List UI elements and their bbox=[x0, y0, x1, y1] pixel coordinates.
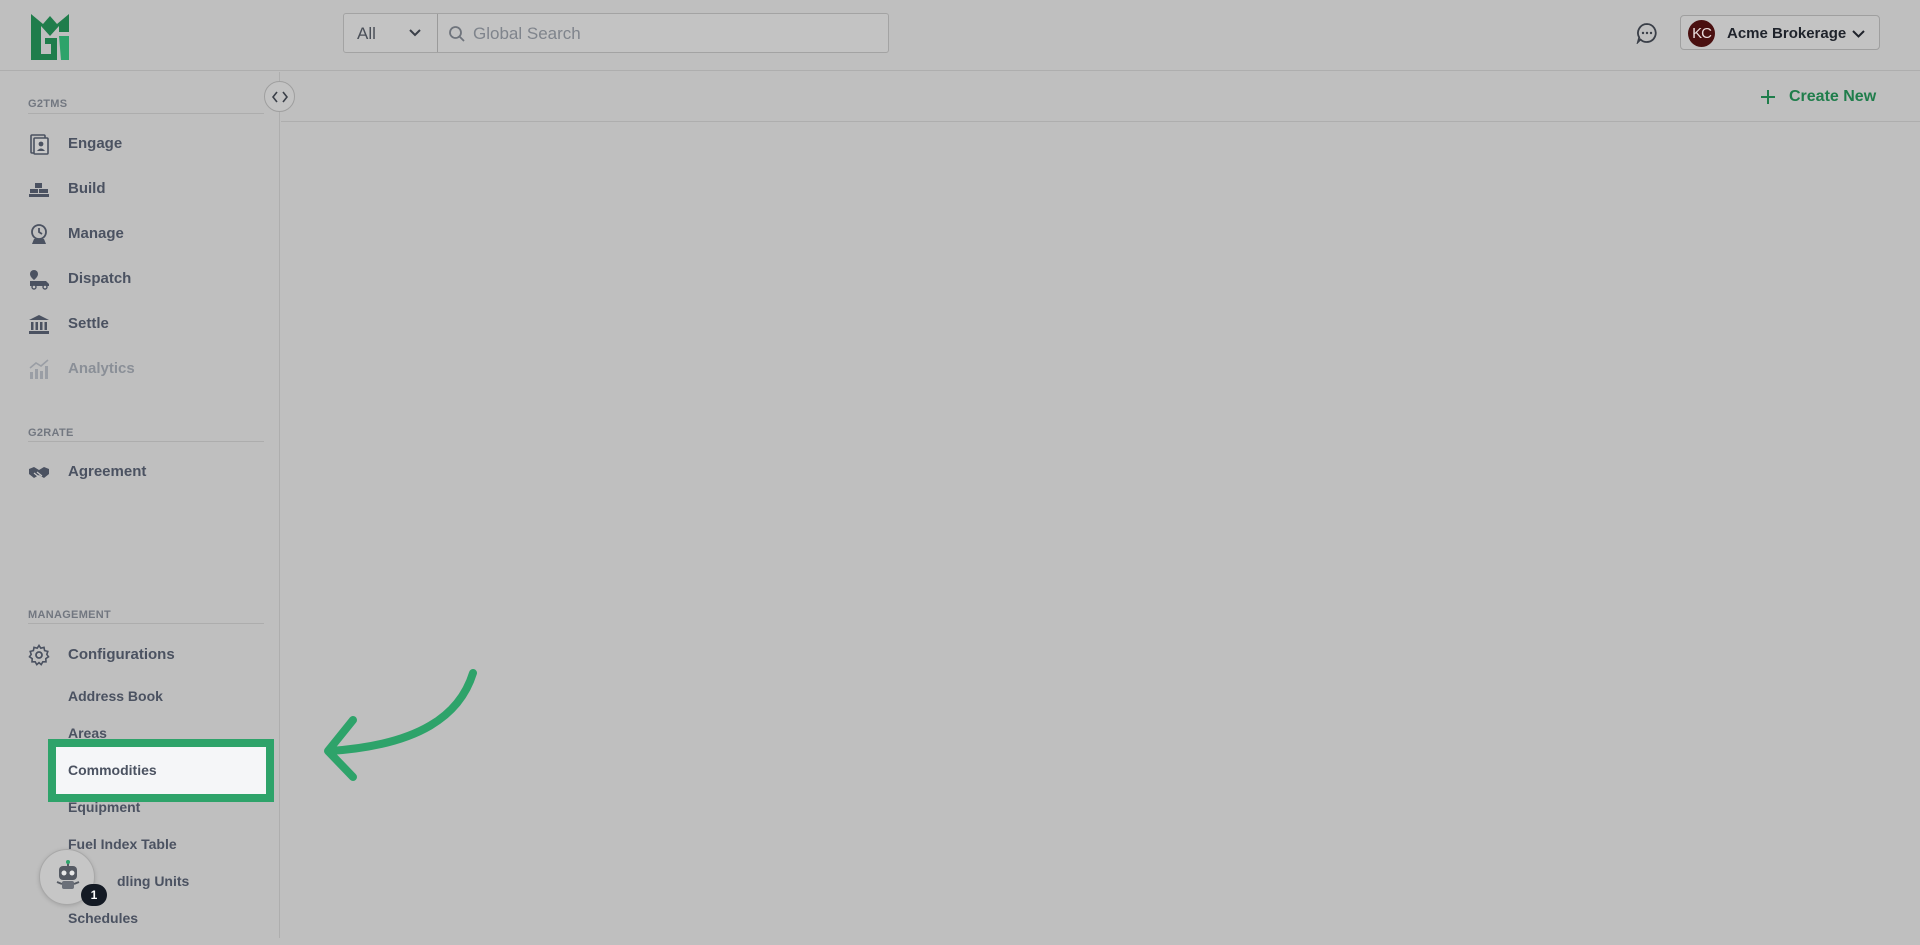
engage-icon bbox=[30, 134, 49, 155]
sidebar-item-manage[interactable]: Manage bbox=[28, 219, 268, 249]
chevron-down-icon bbox=[409, 29, 421, 37]
subnav-commodities-label: Commodities bbox=[68, 762, 157, 778]
sidebar-item-agreement[interactable]: Agreement bbox=[28, 457, 268, 487]
search-scope-label: All bbox=[357, 24, 376, 43]
chevron-down-icon bbox=[1852, 30, 1865, 38]
account-name: Acme Brokerage bbox=[1727, 25, 1847, 42]
sidebar-item-analytics: Analytics bbox=[28, 354, 268, 384]
divider bbox=[28, 441, 264, 442]
handshake-icon bbox=[29, 467, 49, 478]
sidebar-item-label: Agreement bbox=[68, 463, 147, 480]
gear-icon bbox=[28, 644, 50, 666]
subnav-fuel-index-table[interactable]: Fuel Index Table bbox=[68, 836, 177, 852]
divider bbox=[28, 113, 264, 114]
global-search-bar: All Global Search bbox=[343, 13, 889, 53]
pointer-arrow-icon bbox=[324, 669, 477, 781]
subnav-handling-units[interactable]: dling Units bbox=[117, 873, 189, 889]
sidebar-item-label: Configurations bbox=[68, 646, 175, 663]
top-bar: All Global Search KC Acme Brokerage bbox=[0, 0, 1920, 71]
dispatch-truck-icon bbox=[30, 270, 49, 290]
section-heading-g2rate: G2RATE bbox=[28, 427, 74, 439]
section-heading-g2tms: G2TMS bbox=[28, 98, 68, 110]
robot-icon bbox=[56, 860, 80, 889]
sidebar: G2TMS Engage Build Manage Dispatch Settl… bbox=[0, 72, 280, 938]
sidebar-item-build[interactable]: Build bbox=[28, 174, 268, 204]
sidebar-item-label: Build bbox=[68, 180, 106, 197]
notification-badge: 1 bbox=[81, 884, 107, 906]
avatar: KC bbox=[1688, 20, 1715, 47]
sidebar-item-configurations[interactable]: Configurations bbox=[28, 640, 268, 670]
sidebar-item-label: Analytics bbox=[68, 360, 135, 377]
g2-logo-icon[interactable] bbox=[29, 10, 71, 62]
search-icon bbox=[449, 26, 465, 42]
subnav-schedules[interactable]: Schedules bbox=[68, 910, 138, 926]
sidebar-item-settle[interactable]: Settle bbox=[28, 309, 268, 339]
search-input[interactable]: Global Search bbox=[473, 24, 581, 44]
plus-icon bbox=[1761, 90, 1775, 104]
sidebar-item-label: Engage bbox=[68, 135, 123, 152]
sidebar-item-engage[interactable]: Engage bbox=[28, 129, 268, 159]
create-new-label: Create New bbox=[1789, 88, 1877, 105]
search-scope-select[interactable]: All bbox=[344, 14, 438, 52]
bank-icon bbox=[29, 315, 49, 334]
sidebar-item-dispatch[interactable]: Dispatch bbox=[28, 264, 268, 294]
sidebar-item-label: Dispatch bbox=[68, 270, 132, 287]
build-icon bbox=[29, 183, 49, 197]
subnav-address-book[interactable]: Address Book bbox=[68, 688, 163, 704]
sidebar-item-label: Manage bbox=[68, 225, 124, 242]
sidebar-item-label: Settle bbox=[68, 315, 109, 332]
chat-bubble-icon[interactable] bbox=[1636, 22, 1658, 44]
account-switcher[interactable]: KC Acme Brokerage bbox=[1680, 15, 1880, 50]
main-toolbar bbox=[281, 72, 1920, 122]
manage-icon bbox=[31, 224, 47, 244]
divider bbox=[28, 623, 264, 624]
analytics-chart-icon bbox=[29, 359, 49, 379]
section-heading-management: MANAGEMENT bbox=[28, 609, 112, 621]
